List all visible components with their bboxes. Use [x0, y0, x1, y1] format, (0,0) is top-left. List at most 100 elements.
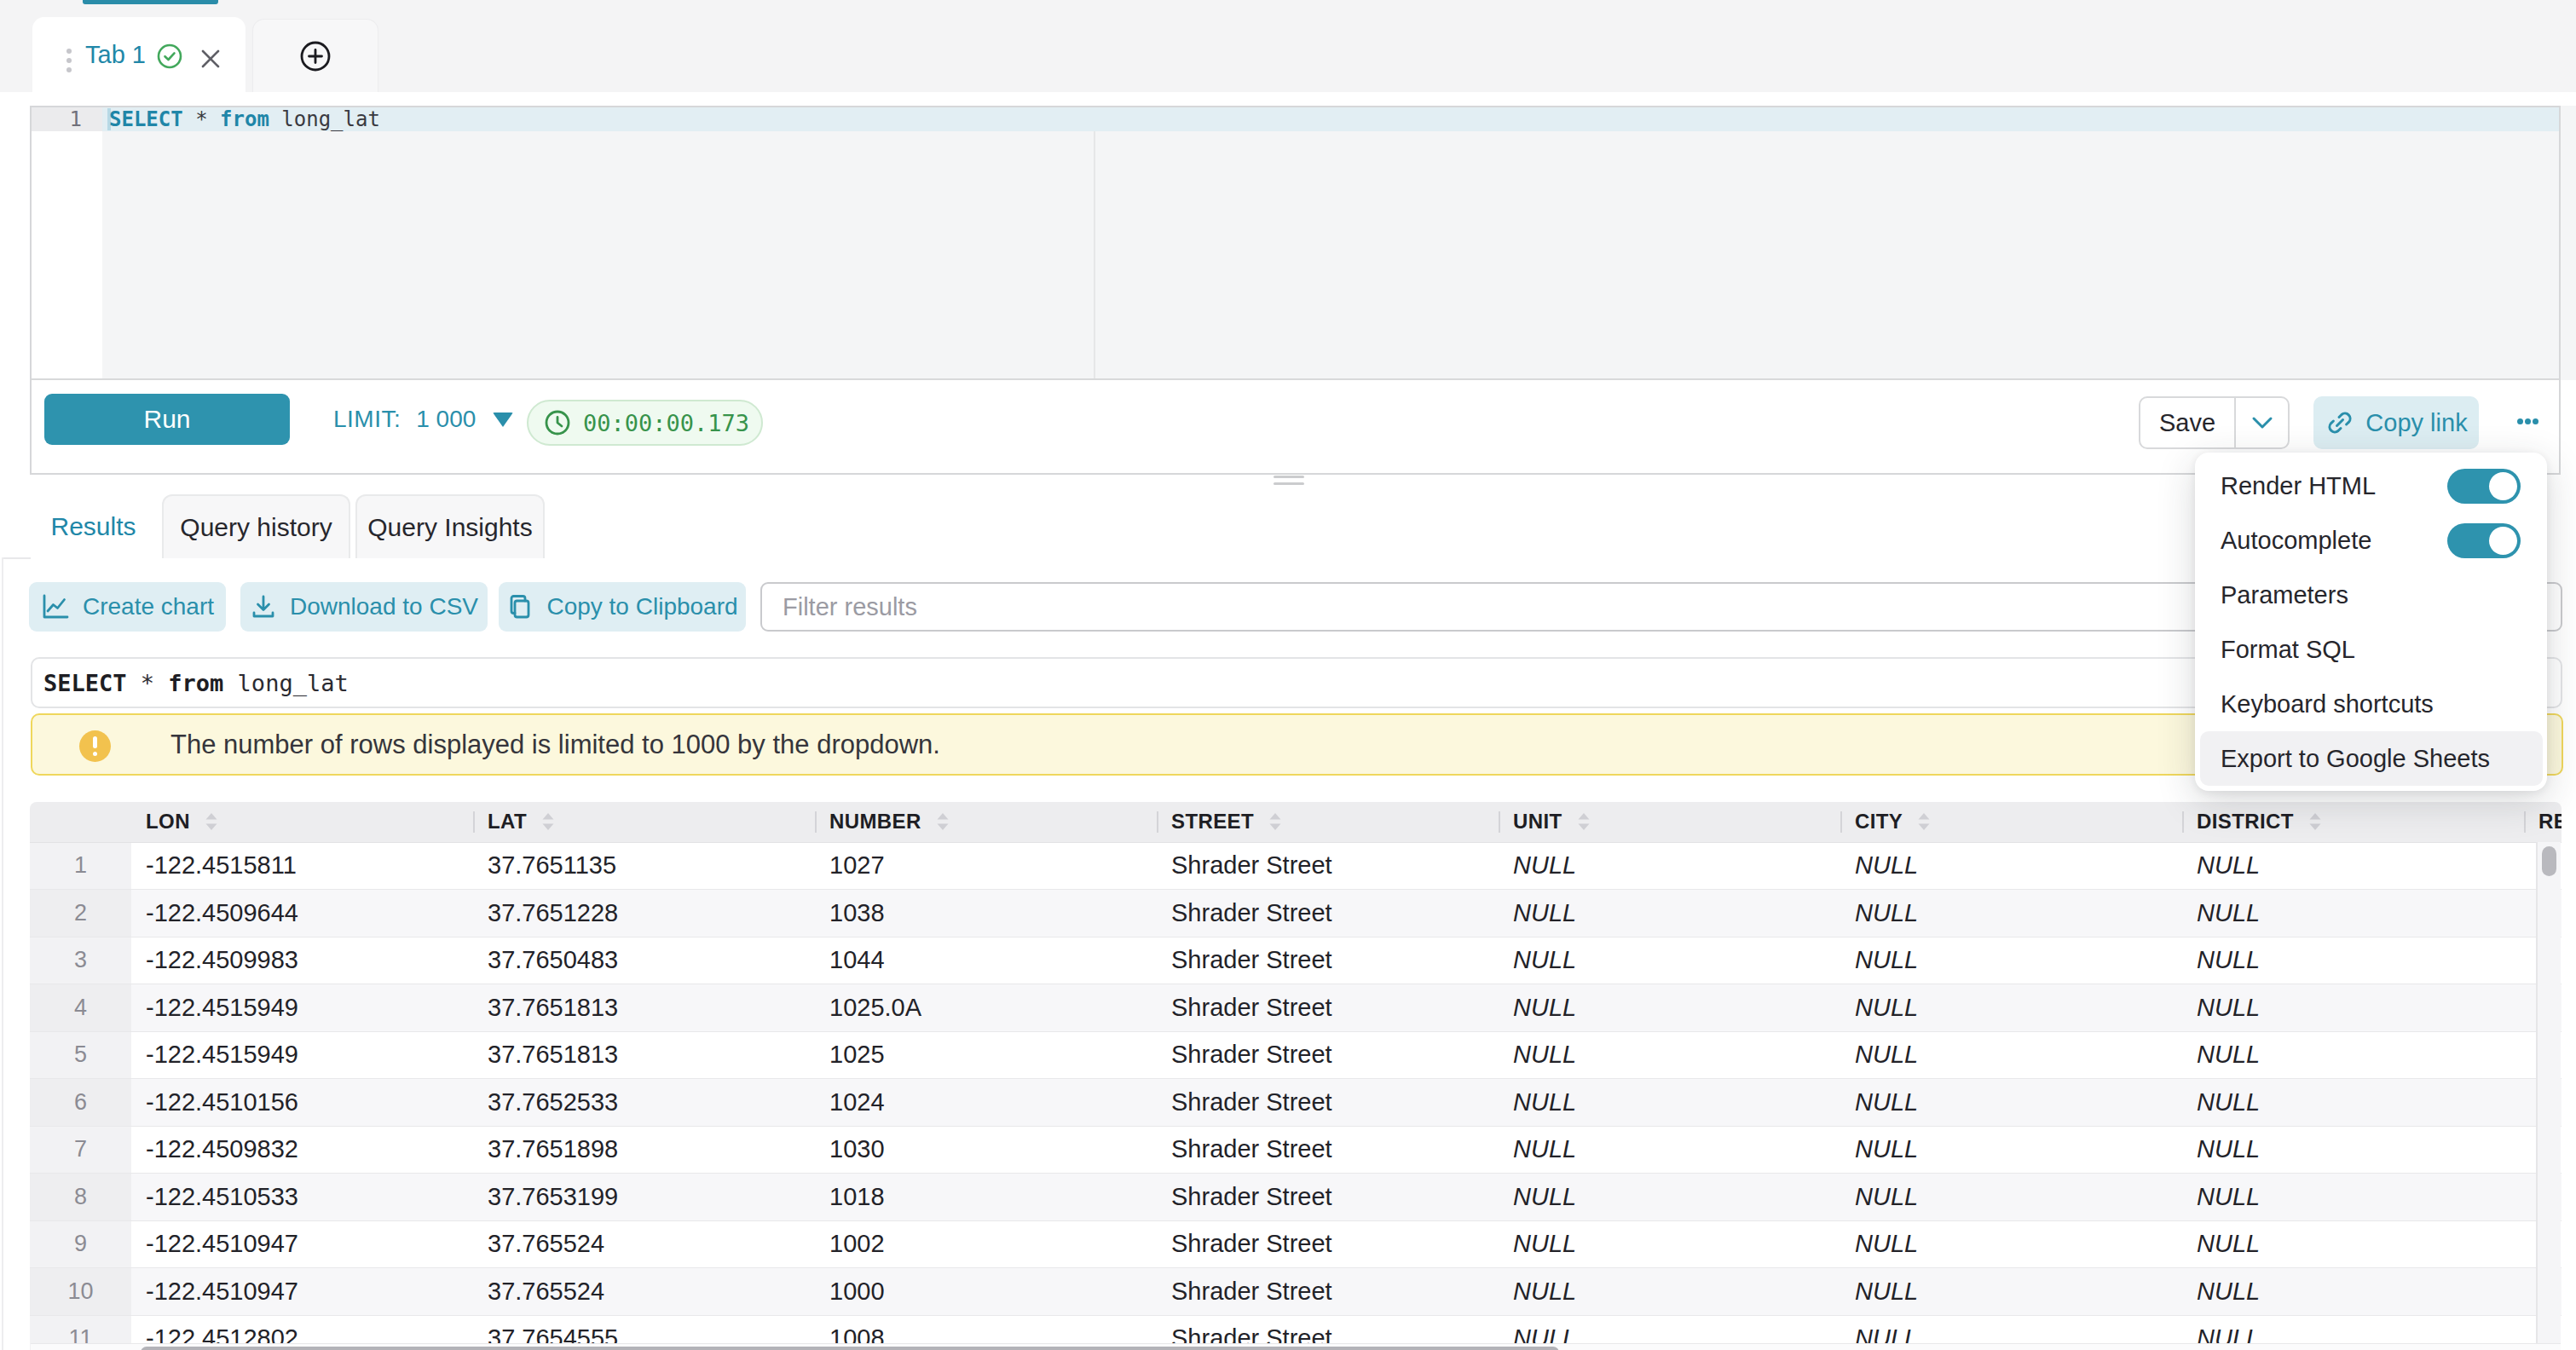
table-cell[interactable]: NULL: [1840, 1174, 2182, 1221]
table-cell[interactable]: Shrader Street: [1157, 1220, 1499, 1268]
table-cell[interactable]: 37.7651898: [473, 1126, 815, 1174]
table-cell[interactable]: NULL: [1499, 890, 1840, 938]
table-cell[interactable]: NULL: [1840, 1031, 2182, 1079]
table-cell[interactable]: NULL: [1499, 1220, 1840, 1268]
table-cell[interactable]: NULL: [1499, 842, 1840, 890]
menu-item-autocomplete[interactable]: Autocomplete: [2195, 513, 2547, 568]
table-cell[interactable]: Shrader Street: [1157, 937, 1499, 984]
save-button[interactable]: Save: [2140, 398, 2236, 447]
table-cell[interactable]: Shrader Street: [1157, 1031, 1499, 1079]
table-cell[interactable]: NULL: [1499, 1031, 1840, 1079]
tab-query-history[interactable]: Query history: [162, 494, 350, 558]
save-menu-button[interactable]: [2236, 398, 2288, 447]
tab-results[interactable]: Results: [31, 494, 156, 558]
table-cell[interactable]: NULL: [1840, 1079, 2182, 1127]
table-cell[interactable]: NULL: [1840, 937, 2182, 984]
table-cell[interactable]: 37.7653199: [473, 1174, 815, 1221]
table-cell[interactable]: -122.4510947: [131, 1220, 473, 1268]
table-cell[interactable]: 37.765524: [473, 1268, 815, 1316]
table-cell[interactable]: Shrader Street: [1157, 984, 1499, 1032]
table-cell[interactable]: NULL: [1499, 1268, 1840, 1316]
run-button[interactable]: Run: [44, 394, 290, 445]
table-cell[interactable]: -122.4509983: [131, 937, 473, 984]
table-cell[interactable]: NULL: [1499, 937, 1840, 984]
column-header-lat[interactable]: LAT: [473, 802, 815, 842]
table-cell[interactable]: NULL: [1840, 1220, 2182, 1268]
table-cell[interactable]: 1027: [815, 842, 1157, 890]
table-cell[interactable]: 1044: [815, 937, 1157, 984]
pane-resize-handle[interactable]: [1274, 476, 1304, 487]
column-header-city[interactable]: CITY: [1840, 802, 2182, 842]
table-cell[interactable]: NULL: [1499, 1126, 1840, 1174]
menu-item-render-html[interactable]: Render HTML: [2195, 459, 2547, 513]
table-cell[interactable]: 1025.0A: [815, 984, 1157, 1032]
table-cell[interactable]: -122.4509832: [131, 1126, 473, 1174]
table-cell[interactable]: NULL: [2182, 937, 2524, 984]
tab-drag-handle-icon[interactable]: [66, 49, 72, 74]
table-cell[interactable]: NULL: [2182, 1174, 2524, 1221]
table-cell[interactable]: -122.4509644: [131, 890, 473, 938]
table-cell[interactable]: 37.7651813: [473, 1031, 815, 1079]
table-cell[interactable]: 37.765524: [473, 1220, 815, 1268]
create-chart-button[interactable]: Create chart: [29, 582, 226, 632]
table-cell[interactable]: Shrader Street: [1157, 1079, 1499, 1127]
table-cell[interactable]: -122.4515811: [131, 842, 473, 890]
table-cell[interactable]: 37.7651228: [473, 890, 815, 938]
table-cell[interactable]: Shrader Street: [1157, 1126, 1499, 1174]
table-cell[interactable]: NULL: [2182, 1031, 2524, 1079]
table-cell[interactable]: 37.7651813: [473, 984, 815, 1032]
table-cell[interactable]: 37.7651135: [473, 842, 815, 890]
table-cell[interactable]: NULL: [1499, 984, 1840, 1032]
more-options-button[interactable]: [2517, 418, 2539, 426]
table-cell[interactable]: 1025: [815, 1031, 1157, 1079]
column-header-number[interactable]: NUMBER: [815, 802, 1157, 842]
table-cell[interactable]: 37.7650483: [473, 937, 815, 984]
table-cell[interactable]: Shrader Street: [1157, 842, 1499, 890]
table-cell[interactable]: NULL: [1840, 1126, 2182, 1174]
table-cell[interactable]: NULL: [2182, 890, 2524, 938]
toggle-switch-on[interactable]: [2447, 523, 2521, 558]
table-cell[interactable]: 1024: [815, 1079, 1157, 1127]
table-cell[interactable]: Shrader Street: [1157, 1268, 1499, 1316]
close-tab-icon[interactable]: [201, 49, 220, 72]
table-cell[interactable]: Shrader Street: [1157, 1174, 1499, 1221]
table-cell[interactable]: Shrader Street: [1157, 890, 1499, 938]
table-cell[interactable]: -122.4515949: [131, 1031, 473, 1079]
code-area[interactable]: 1 SELECT * from long_lat: [32, 107, 2559, 378]
table-cell[interactable]: NULL: [2182, 1079, 2524, 1127]
table-cell[interactable]: -122.4515949: [131, 984, 473, 1032]
table-cell[interactable]: NULL: [2182, 984, 2524, 1032]
new-tab-button[interactable]: [252, 19, 378, 92]
menu-item-keyboard-shortcuts[interactable]: Keyboard shortcuts: [2195, 677, 2547, 731]
table-cell[interactable]: 37.7652533: [473, 1079, 815, 1127]
table-cell[interactable]: NULL: [1840, 1268, 2182, 1316]
table-cell[interactable]: NULL: [2182, 1220, 2524, 1268]
table-cell[interactable]: NULL: [1499, 1079, 1840, 1127]
download-csv-button[interactable]: Download to CSV: [240, 582, 488, 632]
copy-link-button[interactable]: Copy link: [2313, 396, 2479, 449]
vertical-scrollbar-thumb[interactable]: [2542, 846, 2556, 876]
menu-item-parameters[interactable]: Parameters: [2195, 568, 2547, 622]
table-cell[interactable]: 1018: [815, 1174, 1157, 1221]
menu-item-format-sql[interactable]: Format SQL: [2195, 622, 2547, 677]
table-cell[interactable]: -122.4510156: [131, 1079, 473, 1127]
table-cell[interactable]: 1000: [815, 1268, 1157, 1316]
horizontal-scrollbar-thumb[interactable]: [141, 1347, 1559, 1350]
copy-clipboard-button[interactable]: Copy to Clipboard: [499, 582, 746, 632]
table-cell[interactable]: NULL: [1840, 890, 2182, 938]
tab-query-1[interactable]: Tab 1: [32, 17, 245, 92]
table-cell[interactable]: -122.4510947: [131, 1268, 473, 1316]
table-cell[interactable]: 1030: [815, 1126, 1157, 1174]
table-cell[interactable]: NULL: [2182, 1268, 2524, 1316]
menu-item-export-to-google-sheets[interactable]: Export to Google Sheets: [2200, 731, 2543, 786]
table-cell[interactable]: NULL: [1840, 984, 2182, 1032]
table-cell[interactable]: NULL: [1499, 1174, 1840, 1221]
column-header-street[interactable]: STREET: [1157, 802, 1499, 842]
column-header-district[interactable]: DISTRICT: [2182, 802, 2524, 842]
table-cell[interactable]: -122.4510533: [131, 1174, 473, 1221]
table-cell[interactable]: NULL: [2182, 842, 2524, 890]
tab-query-insights[interactable]: Query Insights: [355, 494, 545, 558]
table-cell[interactable]: NULL: [1840, 842, 2182, 890]
column-header-lon[interactable]: LON: [131, 802, 473, 842]
column-header-unit[interactable]: UNIT: [1499, 802, 1840, 842]
